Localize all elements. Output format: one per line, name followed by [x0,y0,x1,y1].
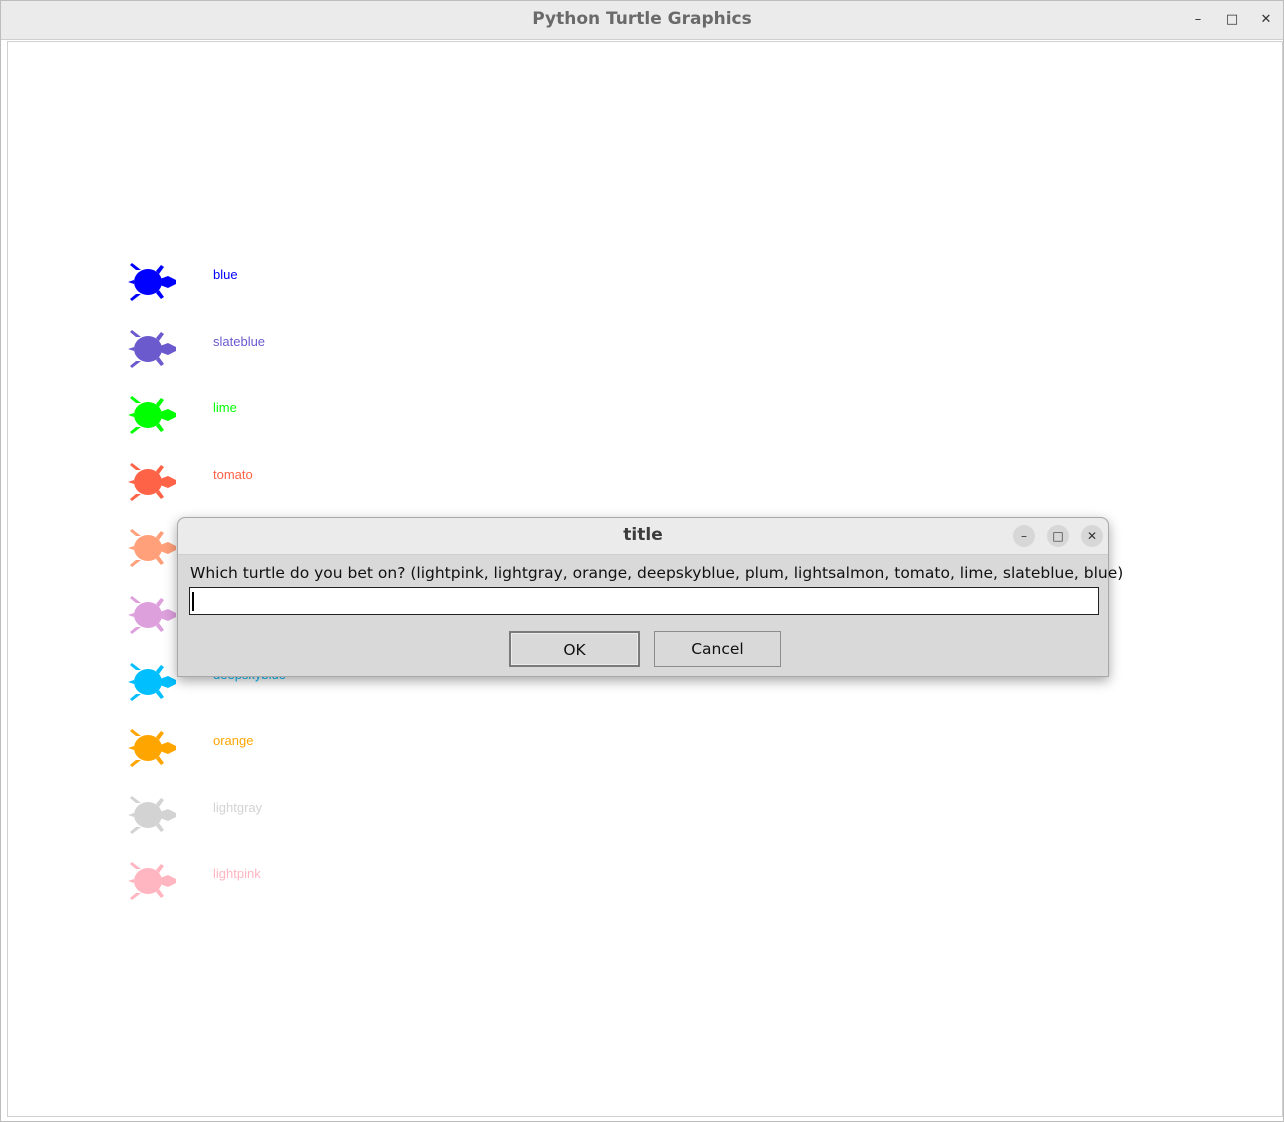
turtle-slateblue-icon [128,329,176,368]
bet-input-field[interactable] [189,587,1099,615]
turtle-label-blue: blue [213,267,238,282]
dialog-maximize-icon[interactable]: □ [1047,525,1069,547]
turtle-graphics-window: Python Turtle Graphics – □ ✕ blue slatebl… [0,0,1284,1122]
ok-button[interactable]: OK [509,631,640,667]
turtle-orange-icon [128,729,176,768]
window-title: Python Turtle Graphics [532,9,752,29]
turtle-label-lime: lime [213,400,237,416]
turtle-tomato-icon [128,462,176,501]
dialog-minimize-icon[interactable]: – [1013,525,1035,547]
turtle-label-tomato: tomato [213,466,253,482]
maximize-icon[interactable]: □ [1221,10,1243,30]
turtle-label-slateblue: slateblue [213,333,266,349]
turtle-lightgray-icon [128,795,176,834]
window-titlebar[interactable]: Python Turtle Graphics – □ ✕ [1,1,1283,40]
turtle-label-lightpink: lightpink [213,866,261,882]
text-caret [192,592,194,611]
turtle-label-lightgray: lightgray [213,799,263,815]
turtle-deepskyblue-icon [128,662,176,701]
turtle-lightpink-icon [128,862,176,901]
dialog-titlebar[interactable]: title – □ ✕ [178,518,1108,555]
close-icon[interactable]: ✕ [1255,10,1277,30]
turtle-lime-icon [128,396,176,435]
cancel-button[interactable]: Cancel [654,631,781,667]
input-dialog: title – □ ✕ Which turtle do you bet on? … [177,517,1123,677]
minimize-icon[interactable]: – [1187,10,1209,30]
dialog-title: title [623,525,663,545]
bet-input[interactable] [190,588,1098,614]
turtle-lightsalmon-icon [128,529,176,568]
turtle-label-orange: orange [213,733,254,749]
turtle-plum-icon [128,596,176,634]
turtle-blue-icon [128,263,176,301]
dialog-close-icon[interactable]: ✕ [1081,525,1103,547]
dialog-prompt: Which turtle do you bet on? (lightpink, … [190,564,1124,582]
